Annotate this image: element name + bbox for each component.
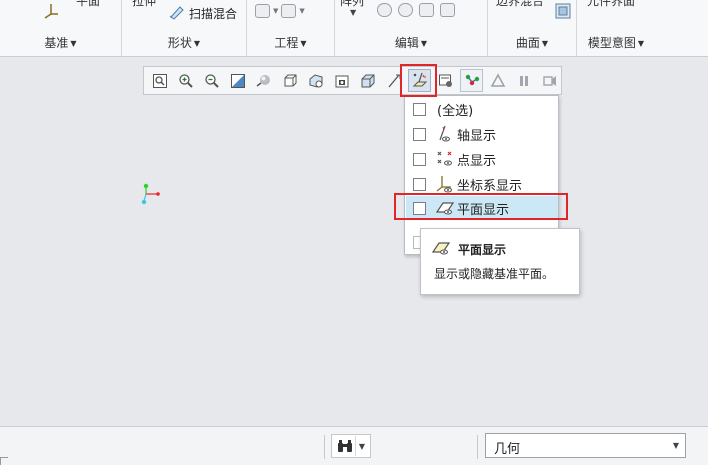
ribbon-group-title: 基准: [44, 36, 69, 50]
menu-item-plane-display[interactable]: 平面显示: [406, 196, 558, 220]
menu-item-label: (全选): [437, 103, 474, 119]
find-button[interactable]: ▼: [331, 434, 371, 458]
ribbon-group-datum: 平面 基准 ▼: [0, 0, 122, 56]
extend-icon: [419, 3, 434, 17]
annotation-display-icon[interactable]: [434, 69, 457, 92]
spin-center-icon[interactable]: [382, 69, 405, 92]
ribbon-cut-label: 边界混合: [496, 0, 545, 8]
edit-tools[interactable]: [377, 3, 455, 17]
tooltip-title: 平面显示: [458, 243, 507, 257]
graphics-window[interactable]: [0, 57, 708, 426]
checkbox[interactable]: [413, 177, 426, 191]
ribbon-group-model-intent: 元件界面 模型意图 ▼: [577, 0, 655, 56]
zoom-in-icon[interactable]: [175, 69, 198, 92]
ribbon-group-title: 形状: [167, 36, 192, 50]
ribbon-group-surface: 边界混合 曲面 ▼: [488, 0, 577, 56]
menu-item-select-all[interactable]: (全选): [406, 97, 558, 121]
csys-tool-icon[interactable]: [42, 2, 60, 23]
section-icon[interactable]: [357, 69, 380, 92]
ribbon-group-label[interactable]: 基准 ▼: [0, 34, 121, 51]
graphics-toolbar: [143, 66, 562, 95]
trim-icon: [398, 3, 413, 17]
ribbon-cut-label: 元件界面: [587, 0, 636, 8]
hole-icon: [255, 4, 270, 18]
ribbon-group-edit: 阵列 ▼ 编辑 ▼: [335, 0, 488, 56]
ribbon-group-label[interactable]: 工程 ▼: [247, 34, 334, 51]
plane-display-icon: [435, 199, 455, 220]
resize-grip: [0, 457, 8, 465]
ribbon-group-engineering: ▼ ▼ 工程 ▼: [247, 0, 335, 56]
sweep-blend-icon: [168, 4, 186, 23]
menu-item-label: 轴显示: [457, 128, 497, 144]
divider: [477, 435, 478, 459]
chevron-down-icon: ▼: [299, 7, 305, 15]
menu-item-csys-display[interactable]: 坐标系显示: [406, 172, 558, 196]
ribbon: 平面 基准 ▼ 拉伸 扫描混合 形状 ▼ ▼ ▼ 工程 ▼ 阵列 ▼ 编辑 ▼ …: [0, 0, 708, 57]
repaint-icon[interactable]: [227, 69, 250, 92]
ribbon-group-title: 工程: [274, 36, 299, 50]
axis-display-icon: [436, 125, 454, 146]
refit-icon[interactable]: [149, 69, 172, 92]
checkbox[interactable]: [413, 152, 426, 166]
ribbon-group-label[interactable]: 编辑 ▼: [335, 34, 487, 51]
ribbon-group-shape: 拉伸 扫描混合 形状 ▼: [122, 0, 247, 56]
offset-icon: [440, 3, 455, 17]
simulation-display-icon[interactable]: [486, 69, 509, 92]
shell-icon: [281, 4, 297, 18]
merge-icon: [377, 3, 392, 17]
ribbon-group-title: 模型意图: [587, 36, 636, 50]
checkbox[interactable]: [413, 201, 426, 215]
csys-display-icon: [436, 175, 454, 196]
display-style-icon[interactable]: [253, 69, 276, 92]
checkbox[interactable]: [413, 102, 426, 116]
ribbon-group-title: 编辑: [394, 36, 419, 50]
menu-item-label: 点显示: [457, 153, 497, 169]
animation-icon[interactable]: [538, 69, 561, 92]
checkbox[interactable]: [413, 127, 426, 141]
view-manager-icon[interactable]: [305, 69, 328, 92]
chevron-down-icon[interactable]: ▼: [667, 434, 685, 457]
ribbon-group-title: 曲面: [515, 36, 540, 50]
status-bar: ▼ 几何 ▼: [0, 426, 708, 465]
plane-display-tooltip: 平面显示 显示或隐藏基准平面。: [420, 228, 580, 295]
divider: [324, 435, 325, 459]
selection-filter-value: 几何: [494, 442, 521, 457]
ribbon-cut-label: 拉伸: [132, 0, 157, 8]
zoom-out-icon[interactable]: [201, 69, 224, 92]
ribbon-group-label[interactable]: 形状 ▼: [122, 34, 246, 51]
sweep-blend-button[interactable]: 扫描混合: [168, 4, 237, 23]
selection-filter-select[interactable]: 几何 ▼: [485, 433, 686, 458]
menu-item-label: 坐标系显示: [457, 178, 523, 194]
ribbon-group-label[interactable]: 模型意图 ▼: [577, 34, 655, 51]
ribbon-cut-label: 平面: [76, 0, 101, 8]
saved-orientations-icon[interactable]: [279, 69, 302, 92]
point-display-icon: [436, 150, 454, 171]
menu-item-axis-display[interactable]: 轴显示: [406, 122, 558, 146]
pause-icon[interactable]: [512, 69, 535, 92]
binoculars-icon: [337, 438, 353, 457]
plane-display-icon: [431, 239, 451, 260]
sweep-blend-label: 扫描混合: [189, 7, 238, 21]
csys-marker[interactable]: [140, 182, 164, 211]
tooltip-description: 显示或隐藏基准平面。: [434, 267, 555, 281]
menu-item-point-display[interactable]: 点显示: [406, 147, 558, 171]
chevron-down-icon[interactable]: ▼: [350, 8, 356, 17]
engineering-tools[interactable]: ▼ ▼: [255, 4, 305, 18]
freestyle-icon[interactable]: [554, 2, 572, 23]
chevron-down-icon[interactable]: ▼: [355, 436, 368, 456]
model-tree-display-icon[interactable]: [460, 69, 484, 92]
perspective-view-icon[interactable]: [331, 69, 354, 92]
menu-item-label: 平面显示: [457, 202, 510, 218]
ribbon-group-label[interactable]: 曲面 ▼: [488, 34, 576, 51]
chevron-down-icon: ▼: [273, 7, 279, 15]
datum-display-filters-icon[interactable]: [408, 69, 432, 92]
